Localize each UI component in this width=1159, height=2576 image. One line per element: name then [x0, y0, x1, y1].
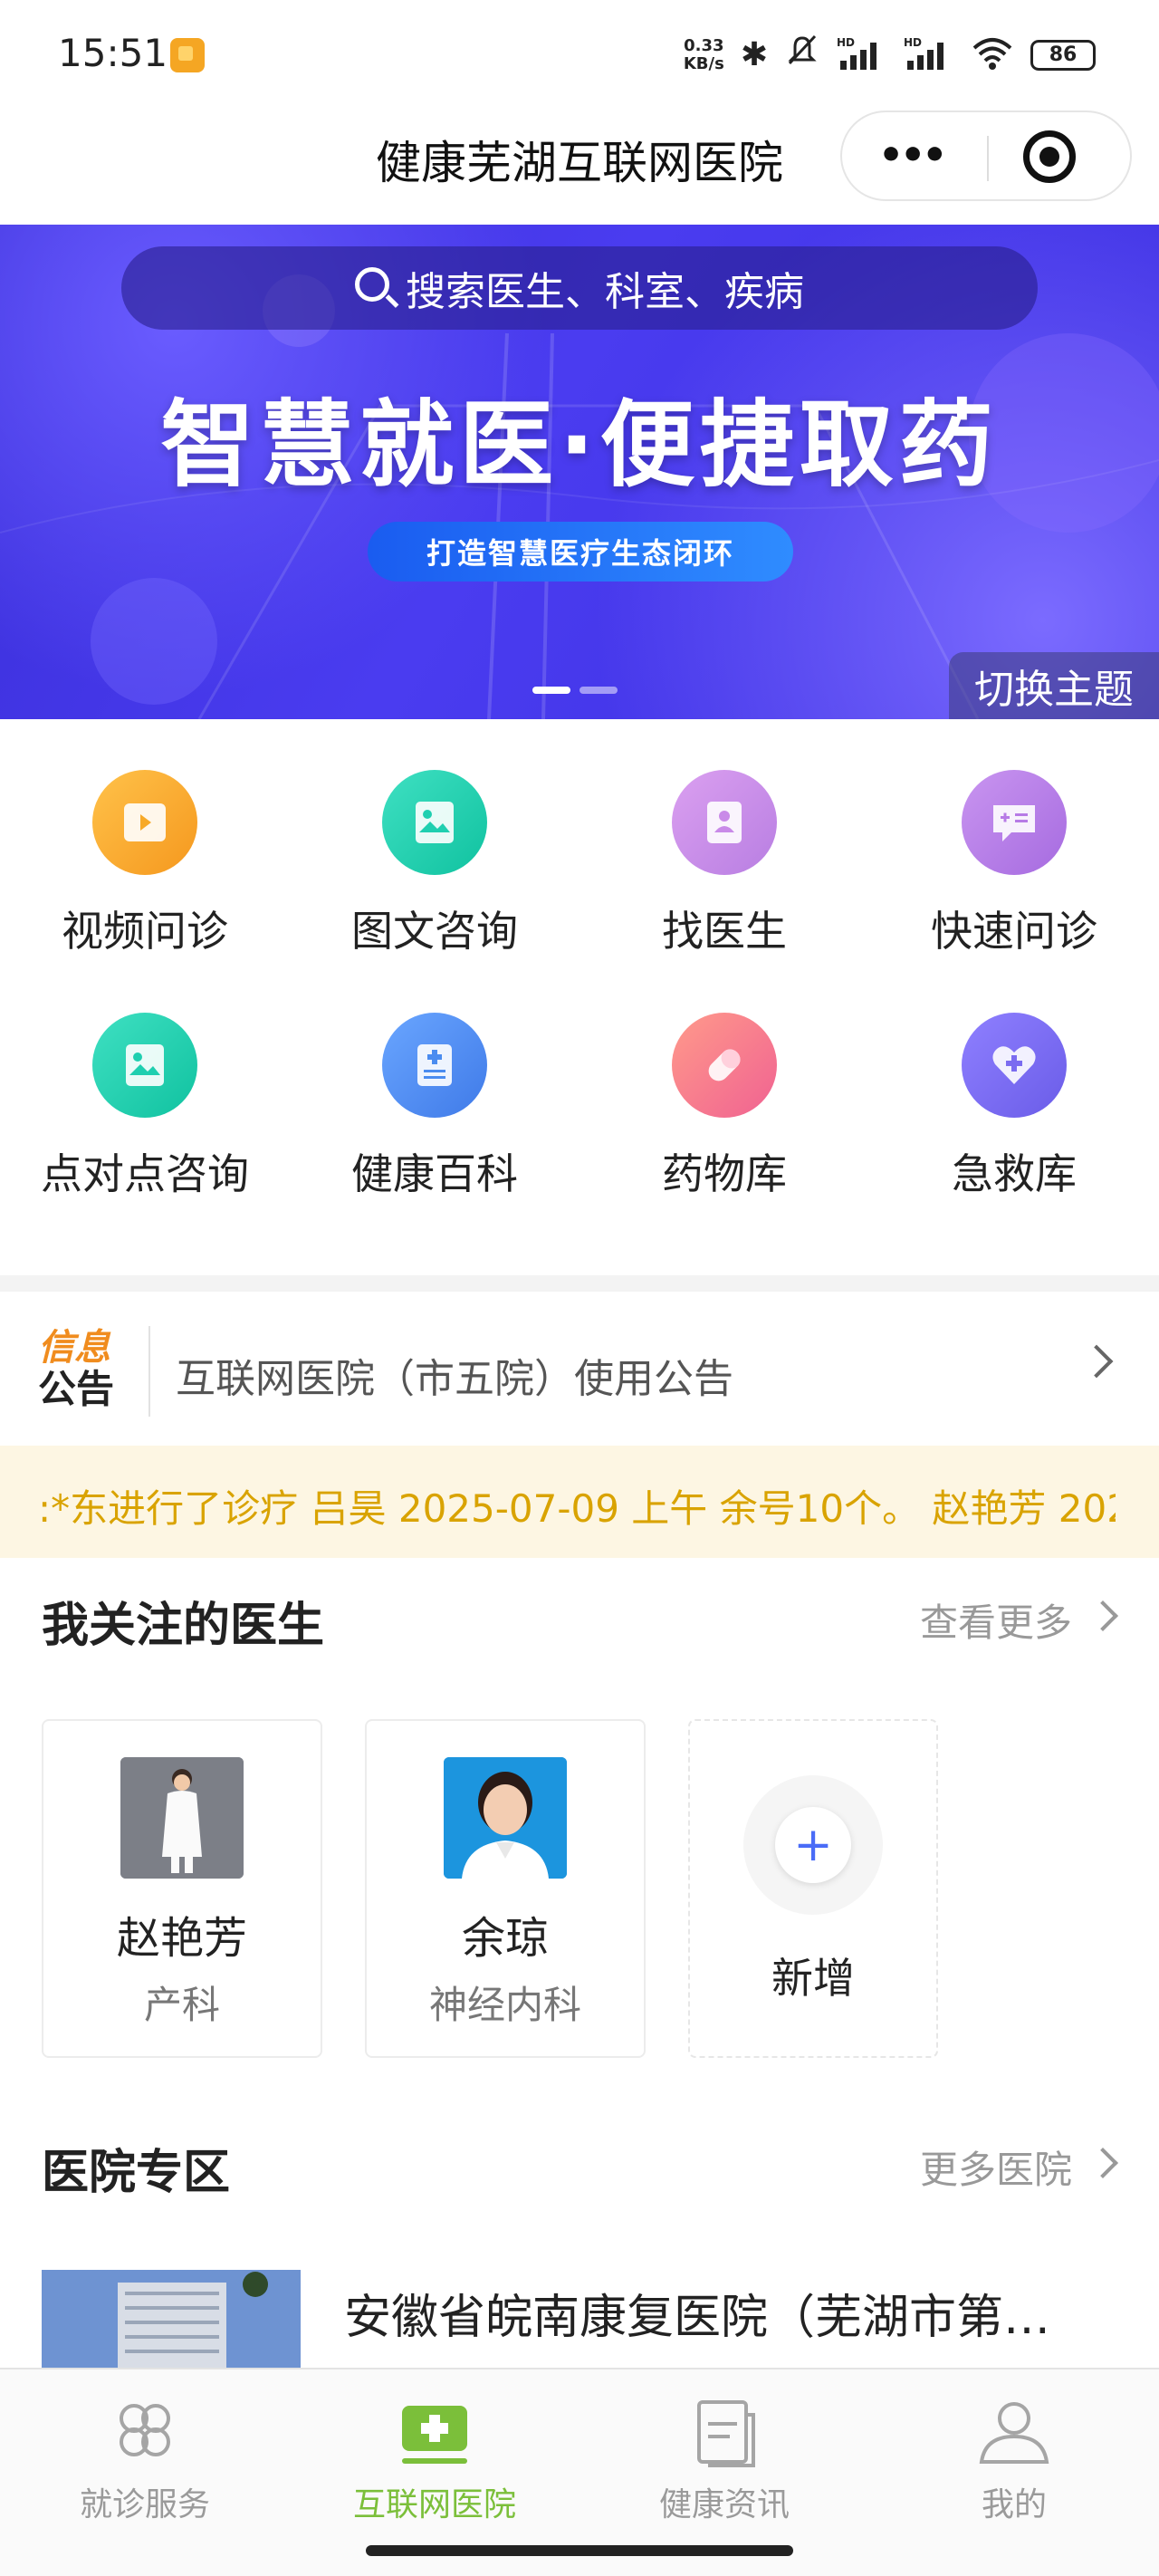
- service-video-consult[interactable]: 视频问诊: [0, 770, 290, 958]
- service-label: 点对点咨询: [41, 1149, 249, 1198]
- battery-icon: 86: [1030, 39, 1096, 71]
- carousel-dot[interactable]: [532, 687, 570, 694]
- pill-icon: [672, 1013, 777, 1118]
- notice-tag-line2: 公告: [38, 1367, 115, 1411]
- add-doctor-label: 新增: [771, 1954, 855, 2003]
- more-options-button[interactable]: •••: [878, 132, 947, 178]
- banner-subslogan: 打造智慧医疗生态闭环: [368, 522, 793, 582]
- svg-text:HD: HD: [904, 36, 922, 49]
- carousel-indicators: [532, 687, 618, 694]
- news-icon: [686, 2397, 762, 2469]
- section-separator: [0, 1275, 1159, 1292]
- image-card-icon: [92, 1013, 197, 1118]
- banner-carousel[interactable]: 搜索医生、科室、疾病 智慧就医·便捷取药 打造智慧医疗生态闭环 切换主题: [0, 225, 1159, 719]
- add-doctor-card[interactable]: + 新增: [688, 1719, 938, 2058]
- image-text-icon: [382, 770, 487, 875]
- svg-text:HD: HD: [837, 36, 855, 49]
- wifi-icon: [971, 35, 1014, 75]
- network-speed: 0.33 KB/s: [683, 35, 724, 73]
- search-bar[interactable]: 搜索医生、科室、疾病: [121, 246, 1038, 330]
- bluetooth-icon: ✱: [740, 36, 768, 73]
- tab-label: 互联网医院: [352, 2486, 516, 2523]
- tab-health-news[interactable]: 健康资讯: [580, 2397, 869, 2525]
- more-hospitals-link[interactable]: 更多医院: [920, 2139, 1072, 2195]
- service-label: 找医生: [662, 907, 787, 956]
- tab-profile[interactable]: 我的: [869, 2397, 1159, 2525]
- hospital-photo[interactable]: [42, 2270, 301, 2369]
- bottom-tab-bar: 就诊服务 互联网医院 健康资讯 我的: [0, 2368, 1159, 2531]
- search-placeholder: 搜索医生、科室、疾病: [406, 269, 804, 315]
- close-mini-program-button[interactable]: [1023, 130, 1076, 183]
- service-label: 图文咨询: [351, 907, 518, 956]
- tab-internet-hospital[interactable]: 互联网医院: [290, 2397, 580, 2525]
- service-label: 健康百科: [351, 1149, 518, 1198]
- service-label: 视频问诊: [62, 907, 228, 956]
- service-grid: 视频问诊 图文咨询 找医生 快速问诊 点对点咨询 健康百科 药物库 急救库: [0, 719, 1159, 1275]
- service-label: 急救库: [952, 1149, 1077, 1198]
- app-notification-icon: [170, 38, 205, 72]
- doctor-card[interactable]: 赵艳芳 产科: [42, 1719, 322, 2058]
- notice-bar[interactable]: 信息 公告 互联网医院（市五院）使用公告: [0, 1292, 1159, 1446]
- service-label: 快速问诊: [931, 907, 1097, 956]
- signal-hd-icon: HD: [837, 35, 887, 75]
- service-image-text-consult[interactable]: 图文咨询: [290, 770, 580, 958]
- add-circle: +: [743, 1775, 883, 1915]
- doctor-photo: [444, 1757, 567, 1879]
- service-health-encyclopedia[interactable]: 健康百科: [290, 1013, 580, 1201]
- chevron-right-icon: [1079, 1344, 1114, 1379]
- hospital-name[interactable]: 安徽省皖南康复医院（芜湖市第…: [344, 2279, 1114, 2347]
- home-indicator[interactable]: [366, 2545, 793, 2556]
- switch-theme-button[interactable]: 切换主题: [949, 652, 1159, 719]
- hospital-zone-title: 医院专区: [42, 2146, 231, 2200]
- carousel-dot[interactable]: [580, 687, 618, 694]
- service-label: 药物库: [662, 1149, 787, 1198]
- video-icon: [92, 770, 197, 875]
- followed-doctors-title: 我关注的医生: [42, 1599, 325, 1653]
- profile-icon: [976, 2397, 1052, 2469]
- doctor-card[interactable]: 余琼 神经内科: [365, 1719, 646, 2058]
- service-p2p-consult[interactable]: 点对点咨询: [0, 1013, 290, 1201]
- chat-icon: [962, 770, 1067, 875]
- scrolling-announcement: :*东进行了诊疗 吕昊 2025-07-09 上午 余号10个。 赵艳芳 202…: [0, 1446, 1159, 1558]
- heart-plus-icon: [962, 1013, 1067, 1118]
- encyclopedia-icon: [382, 1013, 487, 1118]
- medical-kit-icon: [397, 2397, 473, 2469]
- status-bar: 15:51 0.33 KB/s ✱ HD HD 86: [0, 0, 1159, 109]
- capsule-divider: [987, 136, 989, 181]
- chevron-right-icon: [1087, 2148, 1118, 2178]
- notice-tag: 信息 公告: [38, 1328, 129, 1411]
- service-quick-consult[interactable]: 快速问诊: [869, 770, 1159, 958]
- mute-icon: [784, 33, 820, 77]
- plus-icon: +: [775, 1807, 851, 1883]
- signal-hd-icon-2: HD: [904, 35, 954, 75]
- tab-label: 健康资讯: [658, 2486, 790, 2523]
- doctor-department: 产科: [143, 1983, 220, 2027]
- doctor-name: 赵艳芳: [116, 1913, 247, 1964]
- network-speed-value: 0.33: [684, 35, 724, 55]
- doctor-department: 神经内科: [428, 1983, 581, 2027]
- mini-program-capsule: •••: [840, 111, 1132, 201]
- view-more-link[interactable]: 查看更多: [920, 1592, 1072, 1648]
- status-time: 15:51: [58, 31, 168, 75]
- clover-icon: [107, 2397, 183, 2469]
- banner-slogan: 智慧就医·便捷取药: [160, 389, 999, 500]
- notice-text: 互联网医院（市五院）使用公告: [176, 1356, 733, 1402]
- doctor-book-icon: [672, 770, 777, 875]
- tab-clinic-services[interactable]: 就诊服务: [0, 2397, 290, 2525]
- doctor-photo: [120, 1757, 244, 1879]
- service-drug-library[interactable]: 药物库: [580, 1013, 869, 1201]
- service-first-aid-library[interactable]: 急救库: [869, 1013, 1159, 1201]
- status-icons: 0.33 KB/s ✱ HD HD 86: [684, 33, 1096, 77]
- network-speed-unit: KB/s: [683, 53, 724, 73]
- service-find-doctor[interactable]: 找医生: [580, 770, 869, 958]
- notice-tag-line1: 信息: [38, 1327, 110, 1369]
- tab-label: 就诊服务: [79, 2486, 210, 2523]
- tab-label: 我的: [981, 2486, 1047, 2523]
- doctor-name: 余琼: [461, 1913, 549, 1964]
- notice-divider: [148, 1326, 150, 1417]
- search-icon: [355, 267, 389, 302]
- announcement-text: :*东进行了诊疗 吕昊 2025-07-09 上午 余号10个。 赵艳芳 202…: [38, 1486, 1116, 1531]
- chevron-right-icon: [1087, 1600, 1118, 1631]
